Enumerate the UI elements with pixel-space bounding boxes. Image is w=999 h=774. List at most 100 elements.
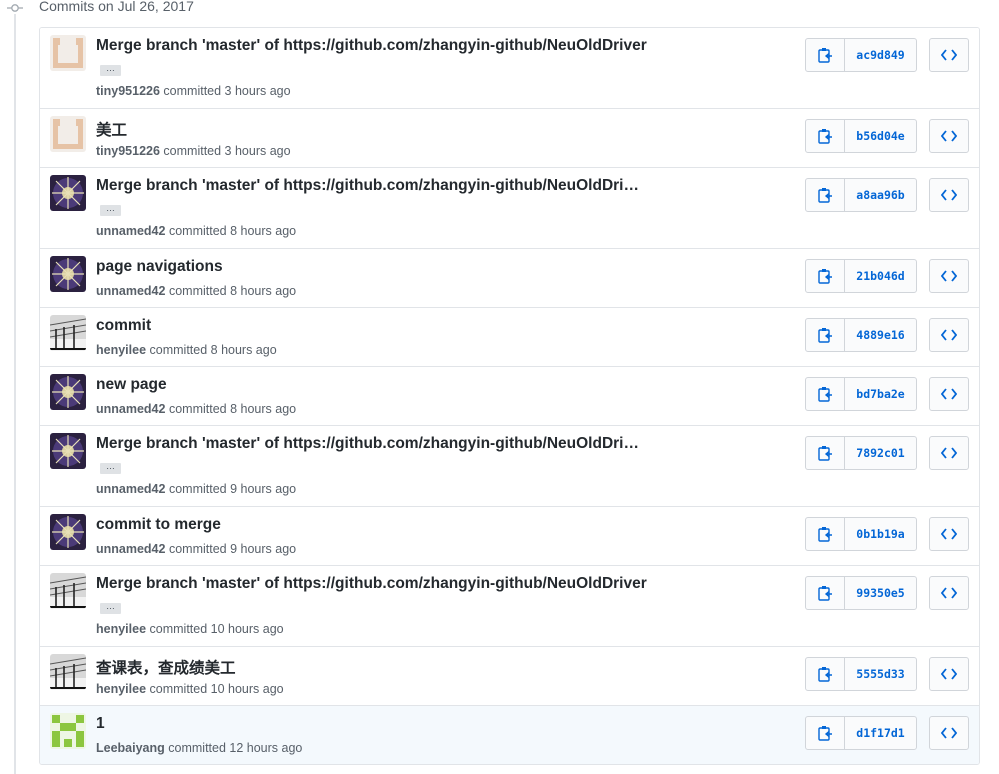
avatar[interactable] xyxy=(50,573,86,609)
copy-sha-button[interactable] xyxy=(806,378,845,410)
commit-meta: tiny951226 committed 3 hours ago xyxy=(96,84,291,98)
copy-sha-button[interactable] xyxy=(806,260,845,292)
browse-repo-button[interactable] xyxy=(929,716,969,750)
browse-repo-button[interactable] xyxy=(929,436,969,470)
commit-message[interactable]: Merge branch 'master' of https://github.… xyxy=(96,177,639,195)
commit-sha-link[interactable]: ac9d849 xyxy=(845,39,916,71)
code-icon xyxy=(941,528,957,540)
browse-repo-button[interactable] xyxy=(929,657,969,691)
code-icon xyxy=(941,189,957,201)
commit-sha-link[interactable]: 21b046d xyxy=(845,260,916,292)
avatar[interactable] xyxy=(50,256,86,292)
sha-button-group: a8aa96b xyxy=(805,178,917,212)
avatar[interactable] xyxy=(50,175,86,211)
browse-repo-button[interactable] xyxy=(929,38,969,72)
clippy-icon xyxy=(818,188,832,203)
commit-sha-link[interactable]: 99350e5 xyxy=(845,577,916,609)
commit-message[interactable]: page navigations xyxy=(96,258,223,276)
copy-sha-button[interactable] xyxy=(806,658,845,690)
code-icon xyxy=(941,49,957,61)
copy-sha-button[interactable] xyxy=(806,717,845,749)
sha-button-group: 5555d33 xyxy=(805,657,917,691)
commit-icon xyxy=(7,4,23,12)
copy-sha-button[interactable] xyxy=(806,179,845,211)
commit-author[interactable]: henyilee xyxy=(96,622,146,636)
commit-message[interactable]: Merge branch 'master' of https://github.… xyxy=(96,575,647,593)
browse-repo-button[interactable] xyxy=(929,259,969,293)
avatar[interactable] xyxy=(50,654,86,690)
commit-message[interactable]: commit to merge xyxy=(96,516,221,534)
browse-repo-button[interactable] xyxy=(929,377,969,411)
commit-sha-link[interactable]: a8aa96b xyxy=(845,179,916,211)
commit-sha-link[interactable]: 5555d33 xyxy=(845,658,916,690)
copy-sha-button[interactable] xyxy=(806,518,845,550)
browse-repo-button[interactable] xyxy=(929,318,969,352)
sha-button-group: 0b1b19a xyxy=(805,517,917,551)
commit-row: new page unnamed42 committed 8 hours ago… xyxy=(40,366,979,425)
copy-sha-button[interactable] xyxy=(806,39,845,71)
expand-message-button[interactable]: … xyxy=(100,204,121,216)
commit-message[interactable]: 美工 xyxy=(96,118,127,140)
code-icon xyxy=(941,587,957,599)
commit-author[interactable]: unnamed42 xyxy=(96,482,165,496)
commit-message[interactable]: Merge branch 'master' of https://github.… xyxy=(96,435,639,453)
code-icon xyxy=(941,130,957,142)
commit-author[interactable]: tiny951226 xyxy=(96,144,160,158)
avatar[interactable] xyxy=(50,374,86,410)
commit-message[interactable]: 查课表，查成绩美工 xyxy=(96,656,236,678)
avatar[interactable] xyxy=(50,514,86,550)
commit-row: page navigations unnamed42 committed 8 h… xyxy=(40,248,979,307)
code-icon xyxy=(941,447,957,459)
browse-repo-button[interactable] xyxy=(929,517,969,551)
clippy-icon xyxy=(818,328,832,343)
avatar[interactable] xyxy=(50,116,86,152)
commit-row: Merge branch 'master' of https://github.… xyxy=(40,167,979,248)
sha-button-group: d1f17d1 xyxy=(805,716,917,750)
commit-author[interactable]: henyilee xyxy=(96,343,146,357)
commit-message[interactable]: commit xyxy=(96,317,151,335)
commit-sha-link[interactable]: 7892c01 xyxy=(845,437,916,469)
avatar[interactable] xyxy=(50,433,86,469)
avatar[interactable] xyxy=(50,315,86,351)
expand-message-button[interactable]: … xyxy=(100,602,121,614)
commit-message[interactable]: new page xyxy=(96,376,167,394)
copy-sha-button[interactable] xyxy=(806,319,845,351)
expand-message-button[interactable]: … xyxy=(100,64,121,76)
avatar[interactable] xyxy=(50,35,86,71)
commit-time: committed 3 hours ago xyxy=(163,84,291,98)
commit-time: committed 3 hours ago xyxy=(163,144,291,158)
copy-sha-button[interactable] xyxy=(806,577,845,609)
commit-author[interactable]: Leebaiyang xyxy=(96,741,165,755)
browse-repo-button[interactable] xyxy=(929,178,969,212)
code-icon xyxy=(941,668,957,680)
commit-row: Merge branch 'master' of https://github.… xyxy=(40,28,979,108)
commit-message[interactable]: 1 xyxy=(96,715,105,733)
commit-author[interactable]: tiny951226 xyxy=(96,84,160,98)
avatar[interactable] xyxy=(50,713,86,749)
commit-row: 美工 tiny951226 committed 3 hours ago b56d… xyxy=(40,108,979,167)
commit-author[interactable]: henyilee xyxy=(96,682,146,696)
browse-repo-button[interactable] xyxy=(929,119,969,153)
clippy-icon xyxy=(818,726,832,741)
commit-sha-link[interactable]: bd7ba2e xyxy=(845,378,916,410)
expand-message-button[interactable]: … xyxy=(100,462,121,474)
commit-sha-link[interactable]: 4889e16 xyxy=(845,319,916,351)
commit-author[interactable]: unnamed42 xyxy=(96,224,165,238)
browse-repo-button[interactable] xyxy=(929,576,969,610)
commit-author[interactable]: unnamed42 xyxy=(96,402,165,416)
commit-sha-link[interactable]: b56d04e xyxy=(845,120,916,152)
code-icon xyxy=(941,329,957,341)
clippy-icon xyxy=(818,586,832,601)
copy-sha-button[interactable] xyxy=(806,437,845,469)
code-icon xyxy=(941,270,957,282)
timeline-line xyxy=(14,14,16,774)
commit-sha-link[interactable]: d1f17d1 xyxy=(845,717,916,749)
sha-button-group: b56d04e xyxy=(805,119,917,153)
commit-message[interactable]: Merge branch 'master' of https://github.… xyxy=(96,37,647,55)
commit-time: committed 8 hours ago xyxy=(168,224,297,238)
clippy-icon xyxy=(818,446,832,461)
commit-sha-link[interactable]: 0b1b19a xyxy=(845,518,916,550)
commit-author[interactable]: unnamed42 xyxy=(96,284,165,298)
commit-author[interactable]: unnamed42 xyxy=(96,542,165,556)
copy-sha-button[interactable] xyxy=(806,120,845,152)
